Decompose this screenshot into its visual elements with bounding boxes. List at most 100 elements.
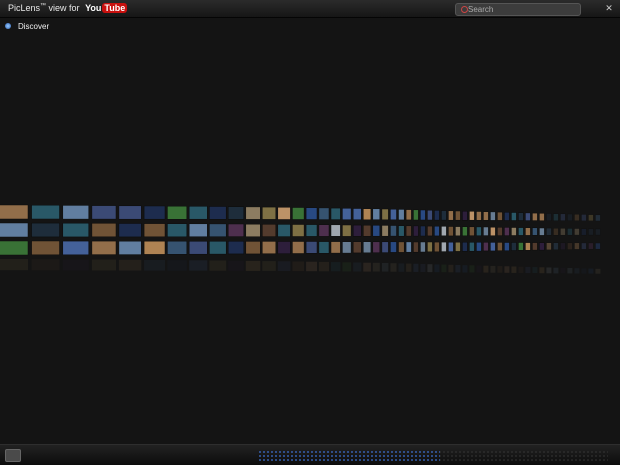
video-thumbnail[interactable] — [504, 212, 510, 221]
video-thumbnail[interactable] — [245, 241, 261, 255]
video-thumbnail[interactable] — [292, 224, 305, 237]
video-thumbnail[interactable] — [188, 241, 208, 255]
video-thumbnail[interactable] — [455, 226, 461, 237]
video-thumbnail[interactable] — [405, 209, 412, 221]
video-thumbnail[interactable] — [330, 224, 341, 237]
video-thumbnail[interactable] — [209, 241, 227, 255]
video-thumbnail[interactable] — [504, 227, 510, 236]
video-thumbnail[interactable] — [0, 222, 29, 238]
video-thumbnail[interactable] — [588, 228, 594, 236]
scroll-position-thumb[interactable] — [258, 450, 440, 462]
video-thumbnail[interactable] — [567, 213, 573, 222]
video-thumbnail[interactable] — [462, 241, 468, 252]
video-thumbnail[interactable] — [372, 225, 381, 237]
video-thumbnail[interactable] — [581, 242, 587, 250]
video-thumbnail[interactable] — [390, 225, 397, 237]
video-thumbnail[interactable] — [455, 210, 461, 221]
video-thumbnail[interactable] — [352, 224, 362, 237]
video-thumbnail[interactable] — [483, 242, 489, 252]
video-thumbnail[interactable] — [427, 241, 433, 253]
video-thumbnail[interactable] — [546, 227, 552, 236]
video-thumbnail[interactable] — [209, 206, 227, 220]
video-thumbnail[interactable] — [546, 213, 552, 221]
video-thumbnail[interactable] — [595, 242, 601, 250]
video-thumbnail[interactable] — [441, 241, 447, 252]
video-thumbnail[interactable] — [567, 228, 573, 236]
video-thumbnail[interactable] — [398, 241, 405, 253]
video-thumbnail[interactable] — [553, 213, 559, 222]
video-thumbnail[interactable] — [188, 223, 208, 237]
video-thumbnail[interactable] — [560, 213, 566, 221]
video-thumbnail[interactable] — [588, 214, 594, 222]
video-thumbnail[interactable] — [469, 242, 475, 252]
video-thumbnail[interactable] — [330, 241, 341, 254]
video-thumbnail[interactable] — [420, 209, 426, 221]
video-thumbnail[interactable] — [352, 208, 362, 220]
video-thumbnail[interactable] — [91, 205, 117, 220]
video-thumbnail[interactable] — [595, 228, 601, 236]
video-thumbnail[interactable] — [143, 205, 166, 220]
video-thumbnail[interactable] — [62, 240, 89, 256]
video-thumbnail[interactable] — [539, 242, 545, 251]
video-thumbnail[interactable] — [262, 206, 277, 220]
video-thumbnail[interactable] — [118, 240, 142, 255]
video-thumbnail[interactable] — [539, 213, 545, 221]
video-thumbnail[interactable] — [546, 242, 552, 251]
video-thumbnail[interactable] — [469, 211, 475, 221]
video-thumbnail[interactable] — [318, 241, 330, 254]
video-thumbnail[interactable] — [483, 211, 489, 221]
video-thumbnail[interactable] — [118, 205, 142, 220]
video-thumbnail[interactable] — [31, 222, 60, 238]
video-thumbnail[interactable] — [476, 211, 482, 221]
video-thumbnail[interactable] — [574, 228, 580, 236]
video-thumbnail[interactable] — [227, 206, 245, 220]
video-thumbnail[interactable] — [553, 227, 559, 236]
video-thumbnail[interactable] — [277, 224, 291, 237]
video-thumbnail[interactable] — [469, 226, 475, 236]
video-thumbnail[interactable] — [292, 241, 305, 254]
video-thumbnail[interactable] — [574, 213, 580, 222]
video-thumbnail[interactable] — [420, 225, 426, 237]
video-thumbnail[interactable] — [434, 210, 440, 221]
video-thumbnail[interactable] — [118, 223, 142, 238]
video-thumbnail[interactable] — [532, 242, 538, 251]
video-thumbnail[interactable] — [143, 240, 166, 255]
video-thumbnail[interactable] — [483, 226, 489, 236]
video-thumbnail[interactable] — [342, 224, 352, 237]
video-thumbnail[interactable] — [342, 241, 352, 254]
video-thumbnail[interactable] — [525, 242, 531, 251]
video-thumbnail[interactable] — [413, 225, 419, 237]
video-thumbnail[interactable] — [497, 211, 503, 221]
thumbnail-wall[interactable] — [0, 0, 620, 465]
video-thumbnail[interactable] — [405, 225, 412, 237]
video-thumbnail[interactable] — [262, 224, 277, 237]
video-thumbnail[interactable] — [462, 210, 468, 221]
video-thumbnail[interactable] — [381, 241, 389, 253]
video-thumbnail[interactable] — [476, 226, 482, 236]
video-thumbnail[interactable] — [209, 223, 227, 237]
video-thumbnail[interactable] — [277, 207, 291, 220]
video-thumbnail[interactable] — [398, 225, 405, 237]
video-thumbnail[interactable] — [518, 212, 524, 221]
video-thumbnail[interactable] — [532, 212, 538, 221]
video-thumbnail[interactable] — [363, 208, 372, 221]
video-thumbnail[interactable] — [581, 214, 587, 222]
video-thumbnail[interactable] — [372, 241, 381, 253]
video-thumbnail[interactable] — [31, 204, 60, 220]
video-thumbnail[interactable] — [588, 242, 594, 250]
video-thumbnail[interactable] — [581, 228, 587, 236]
video-thumbnail[interactable] — [305, 241, 318, 254]
video-thumbnail[interactable] — [427, 209, 433, 221]
video-thumbnail[interactable] — [434, 241, 440, 253]
video-thumbnail[interactable] — [292, 207, 305, 220]
video-thumbnail[interactable] — [91, 240, 117, 255]
video-thumbnail[interactable] — [305, 224, 318, 237]
video-thumbnail[interactable] — [167, 240, 188, 255]
video-thumbnail[interactable] — [539, 227, 545, 236]
video-thumbnail[interactable] — [352, 241, 362, 254]
video-thumbnail[interactable] — [0, 240, 29, 256]
video-thumbnail[interactable] — [305, 207, 318, 220]
video-thumbnail[interactable] — [318, 224, 330, 237]
video-thumbnail[interactable] — [476, 242, 482, 252]
video-thumbnail[interactable] — [398, 209, 405, 221]
